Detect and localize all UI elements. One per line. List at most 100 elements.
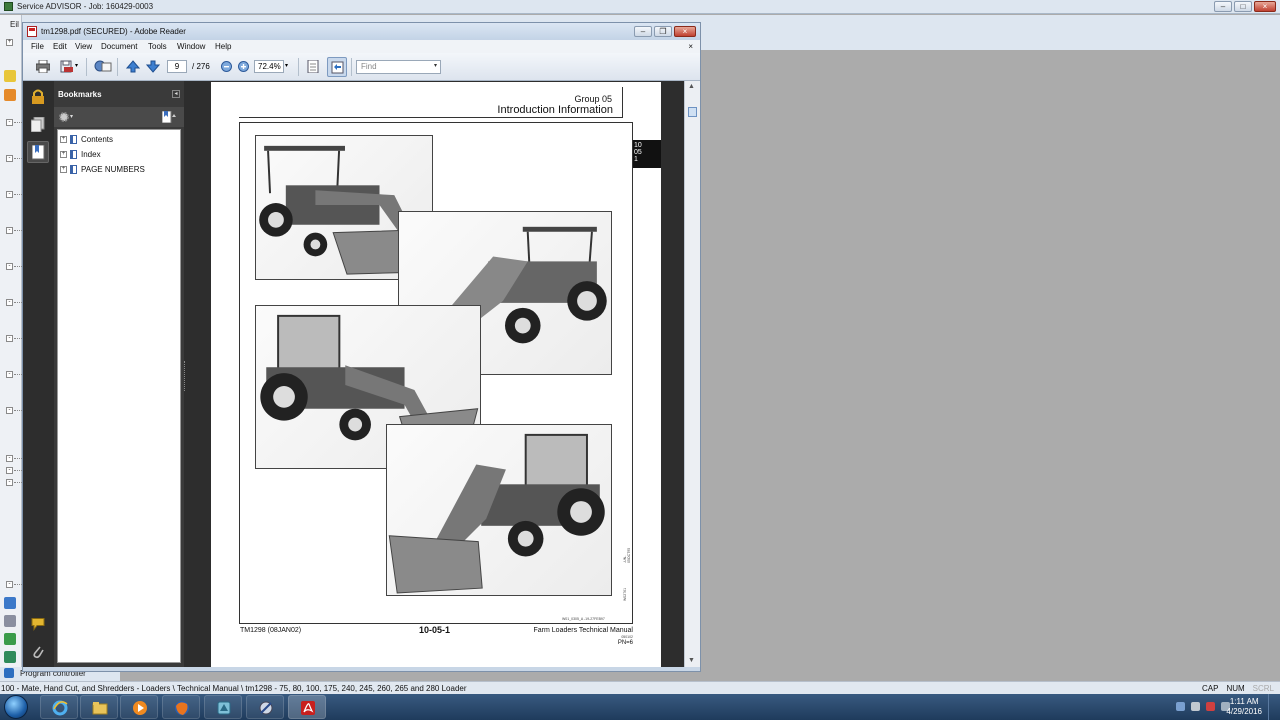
gear-icon[interactable] <box>4 70 16 82</box>
taskbar-adobe-reader[interactable] <box>288 695 326 719</box>
reader-minimize-button[interactable]: – <box>634 26 652 37</box>
menu-document[interactable]: Document <box>101 42 137 51</box>
reader-window-title: tm1298.pdf (SECURED) - Adobe Reader <box>41 27 186 36</box>
section-title: Introduction Information <box>497 104 613 116</box>
windows-taskbar: 1:11 AM 4/29/2016 <box>0 694 1280 720</box>
tree-expand-node[interactable]: - <box>6 119 13 126</box>
options-dropdown-chevron-icon[interactable]: ▾ <box>70 113 73 120</box>
taskbar-file-explorer[interactable] <box>80 695 118 719</box>
info-icon[interactable] <box>4 597 16 609</box>
bookmarks-panel-toggle[interactable] <box>27 141 49 163</box>
find-dropdown-chevron-icon[interactable]: ▾ <box>434 62 437 69</box>
warning-icon[interactable] <box>4 89 16 101</box>
tree-expand-node[interactable]: - <box>6 191 13 198</box>
menu-file[interactable]: File <box>31 42 44 51</box>
page-total-label: / 276 <box>192 62 210 71</box>
comments-icon[interactable] <box>31 617 47 632</box>
menu-edit[interactable]: Edit <box>53 42 67 51</box>
tree-expand-node[interactable]: - <box>6 227 13 234</box>
taskbar-media-player[interactable] <box>120 695 158 719</box>
tray-security-icon[interactable] <box>1191 702 1200 711</box>
bookmark-contents[interactable]: + Contents <box>60 133 113 145</box>
bookmark-icon <box>70 149 77 159</box>
system-clock[interactable]: 1:11 AM 4/29/2016 <box>1226 697 1262 717</box>
show-desktop-button[interactable] <box>1268 694 1280 720</box>
clock-time: 1:11 AM <box>1229 697 1259 706</box>
tree-expand-node[interactable]: - <box>6 263 13 270</box>
pdf-page: Group 05 Introduction Information 10 05 1 <box>211 82 661 667</box>
outer-tree-panel: Eil + - - - - - - - - - - - - - <box>0 15 22 681</box>
document-close-button[interactable]: × <box>688 42 693 51</box>
find-input[interactable]: Find <box>356 60 441 74</box>
taskbar-network-tool[interactable] <box>246 695 284 719</box>
footer-date-code: 050102 <box>621 635 633 639</box>
menu-window[interactable]: Window <box>177 42 205 51</box>
bookmark-expand-icon[interactable]: + <box>60 150 67 158</box>
zoom-out-icon[interactable] <box>221 60 232 73</box>
taskbar-service-advisor[interactable] <box>204 695 242 719</box>
bookmark-index[interactable]: + Index <box>60 148 101 160</box>
zoom-level-input[interactable]: 72.4% <box>254 60 284 73</box>
new-bookmark-icon[interactable] <box>162 111 176 123</box>
reader-restore-button[interactable]: ❐ <box>654 26 672 37</box>
tools-icon[interactable] <box>4 615 16 627</box>
windows-start-icon[interactable] <box>4 695 28 719</box>
loader-figure: W01_0305_A -19-27FEB97 -UN-05OCT95 W0276… <box>239 122 633 624</box>
bookmark-expand-icon[interactable]: + <box>60 165 67 173</box>
document-scrollbar[interactable]: ▲ ▼ <box>684 81 700 667</box>
panel-splitter[interactable] <box>184 81 211 667</box>
tree-expand-node[interactable]: - <box>6 299 13 306</box>
document-viewport: Group 05 Introduction Information 10 05 1 <box>184 81 684 667</box>
network-icon[interactable] <box>4 651 16 663</box>
service-advisor-app-icon <box>4 2 13 11</box>
collapse-panel-button[interactable]: ◂ <box>172 90 180 98</box>
reader-close-button[interactable]: × <box>674 26 696 37</box>
menu-view[interactable]: View <box>75 42 92 51</box>
tree-expand-node[interactable]: - <box>6 581 13 588</box>
scroll-lock-indicator: SCRL <box>1252 684 1274 693</box>
outer-minimize-button[interactable]: – <box>1214 1 1232 12</box>
taskbar-internet-explorer[interactable] <box>40 695 78 719</box>
tree-expand-node[interactable]: - <box>6 455 13 462</box>
next-page-icon[interactable] <box>146 60 160 73</box>
tree-expand-node[interactable]: - <box>6 479 13 486</box>
bookmark-expand-icon[interactable]: + <box>60 135 67 143</box>
outer-close-button[interactable]: × <box>1254 1 1276 12</box>
collaborate-icon[interactable] <box>94 60 112 73</box>
previous-page-icon[interactable] <box>126 60 140 73</box>
program-controller-icon <box>4 668 14 678</box>
outer-maximize-button[interactable]: □ <box>1234 1 1252 12</box>
scrolling-mode-icon[interactable] <box>306 60 320 73</box>
save-copy-icon[interactable] <box>60 60 74 73</box>
bookmark-page-numbers[interactable]: + PAGE NUMBERS <box>60 163 145 175</box>
zoom-dropdown-chevron-icon[interactable]: ▾ <box>285 62 288 69</box>
outer-title-bar: Service ADVISOR - Job: 160429-0003 – □ × <box>0 0 1280 14</box>
tree-expand-node[interactable]: + <box>6 39 13 46</box>
page-number-input[interactable]: 9 <box>167 60 187 73</box>
tree-expand-node[interactable]: - <box>6 467 13 474</box>
attachments-paperclip-icon[interactable] <box>31 644 45 659</box>
security-lock-icon[interactable] <box>31 89 45 104</box>
adobe-reader-window: tm1298.pdf (SECURED) - Adobe Reader – ❐ … <box>22 22 701 672</box>
menu-tools[interactable]: Tools <box>148 42 167 51</box>
outer-menu-stub[interactable]: Eil <box>10 20 19 29</box>
tree-expand-node[interactable]: - <box>6 407 13 414</box>
menu-help[interactable]: Help <box>215 42 231 51</box>
zoom-in-icon[interactable] <box>238 60 249 73</box>
scroll-up-icon[interactable]: ▲ <box>688 83 695 90</box>
tray-alert-icon[interactable] <box>1206 702 1215 711</box>
refresh-icon[interactable] <box>4 633 16 645</box>
tree-expand-node[interactable]: - <box>6 155 13 162</box>
scrollbar-thumb[interactable] <box>688 107 697 117</box>
taskbar-firefox[interactable] <box>162 695 200 719</box>
pages-icon[interactable] <box>31 117 45 132</box>
network-tool-icon <box>259 701 273 715</box>
tray-chevron-icon[interactable] <box>1176 702 1185 711</box>
scroll-down-icon[interactable]: ▼ <box>688 657 695 664</box>
fit-page-icon <box>331 61 344 74</box>
tree-expand-node[interactable]: - <box>6 335 13 342</box>
print-icon[interactable] <box>36 60 50 73</box>
save-dropdown-chevron-icon[interactable]: ▾ <box>75 62 78 69</box>
fit-page-toggle[interactable] <box>327 57 347 77</box>
tree-expand-node[interactable]: - <box>6 371 13 378</box>
